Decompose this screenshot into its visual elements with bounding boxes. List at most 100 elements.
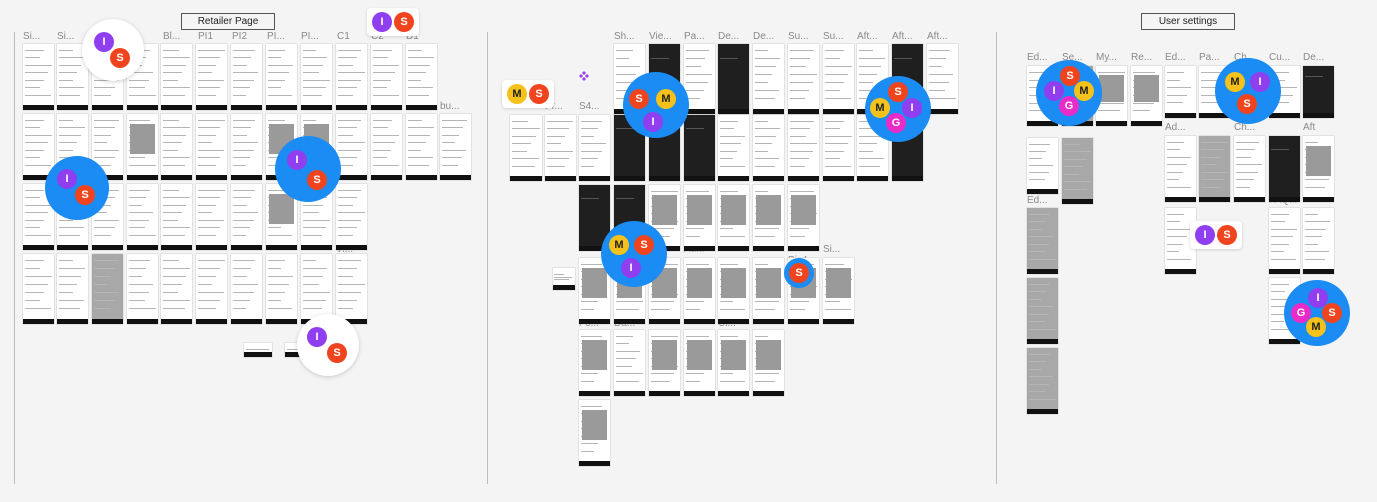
screen-frame[interactable] [231,184,262,250]
frame-label[interactable]: bu... [440,101,459,112]
screen-frame[interactable] [927,44,958,114]
collaborator-presence[interactable]: M S [502,80,554,108]
frame-label[interactable]: Si... [823,244,840,255]
frame-label[interactable]: Ed... [1165,52,1186,63]
screen-frame[interactable] [1027,278,1058,344]
frame-label[interactable]: PI2 [232,31,247,42]
screen-frame[interactable] [196,114,227,180]
section-title-user-settings[interactable]: User settings [1141,13,1235,30]
screen-frame[interactable] [1269,136,1300,202]
screen-frame[interactable] [196,44,227,110]
screen-frame[interactable] [788,44,819,114]
frame-label[interactable]: PI... [301,31,319,42]
screen-frame[interactable] [1303,136,1334,202]
screen-frame[interactable] [788,115,819,181]
screen-frame[interactable] [244,343,272,357]
screen-frame[interactable] [1027,208,1058,274]
screen-frame[interactable] [1303,66,1334,118]
screen-frame[interactable] [579,115,610,181]
screen-frame[interactable] [1199,136,1230,202]
screen-frame[interactable] [545,115,576,181]
screen-frame[interactable] [753,330,784,396]
screen-frame[interactable] [1027,138,1058,194]
screen-frame[interactable] [92,254,123,324]
screen-frame[interactable] [1303,208,1334,274]
frame-label[interactable]: PI1 [198,31,213,42]
screen-frame[interactable] [718,258,749,324]
screen-frame[interactable] [1165,136,1196,202]
screen-frame[interactable] [23,254,54,324]
screen-frame[interactable] [823,258,854,324]
screen-frame[interactable] [127,254,158,324]
screen-frame[interactable] [231,114,262,180]
screen-frame[interactable] [23,44,54,110]
screen-frame[interactable] [553,268,575,290]
screen-frame[interactable] [161,44,192,110]
screen-frame[interactable] [371,114,402,180]
frame-label[interactable]: Si... [23,31,40,42]
screen-frame[interactable] [718,330,749,396]
screen-frame[interactable] [718,115,749,181]
screen-frame[interactable] [753,258,784,324]
screen-frame[interactable] [579,400,610,466]
frame-label[interactable]: Re... [1131,52,1152,63]
screen-frame[interactable] [823,44,854,114]
frame-label[interactable]: Bl... [163,31,180,42]
screen-frame[interactable] [406,114,437,180]
frame-label[interactable]: Aft... [857,31,878,42]
frame-label[interactable]: Sh... [614,31,635,42]
screen-frame[interactable] [1062,138,1093,204]
frame-label[interactable]: Ad... [1165,122,1186,133]
screen-frame[interactable] [823,115,854,181]
frame-label[interactable]: Aft [1303,122,1315,133]
frame-label[interactable]: Pa... [1199,52,1220,63]
screen-frame[interactable] [684,330,715,396]
screen-frame[interactable] [579,330,610,396]
screen-frame[interactable] [57,254,88,324]
screen-frame[interactable] [649,330,680,396]
collaborator-presence[interactable]: I S [1190,221,1242,249]
screen-frame[interactable] [127,184,158,250]
screen-frame[interactable] [161,114,192,180]
screen-frame[interactable] [336,44,367,110]
section-title-retailer[interactable]: Retailer Page [181,13,275,30]
frame-label[interactable]: Vie... [649,31,672,42]
screen-frame[interactable] [1269,208,1300,274]
screen-frame[interactable] [127,114,158,180]
collaborator-presence[interactable]: I S [367,8,419,36]
frame-label[interactable]: Ed... [1027,52,1048,63]
screen-frame[interactable] [1027,348,1058,414]
frame-label[interactable]: Pa... [684,31,705,42]
screen-frame[interactable] [614,330,645,396]
screen-frame[interactable] [371,44,402,110]
frame-label[interactable]: Aft... [892,31,913,42]
frame-label[interactable]: My... [1096,52,1117,63]
screen-frame[interactable] [718,185,749,251]
screen-frame[interactable] [753,185,784,251]
screen-frame[interactable] [196,184,227,250]
screen-frame[interactable] [301,44,332,110]
frame-label[interactable]: C1 [337,31,350,42]
screen-frame[interactable] [510,115,542,181]
screen-frame[interactable] [266,254,297,324]
screen-frame[interactable] [161,184,192,250]
frame-label[interactable]: PI... [267,31,285,42]
screen-frame[interactable] [684,115,715,181]
screen-frame[interactable] [231,254,262,324]
screen-frame[interactable] [684,185,715,251]
frame-label[interactable]: Ed... [1027,195,1048,206]
screen-frame[interactable] [196,254,227,324]
frame-label[interactable]: De... [718,31,739,42]
frame-label[interactable]: Su... [823,31,844,42]
screen-frame[interactable] [1131,66,1162,126]
frame-label[interactable]: Aft... [927,31,948,42]
screen-frame[interactable] [1234,136,1265,202]
screen-frame[interactable] [753,44,784,114]
screen-frame[interactable] [1165,66,1196,118]
frame-label[interactable]: De... [1303,52,1324,63]
screen-frame[interactable] [231,44,262,110]
figma-canvas[interactable]: Retailer Page User settings Si...Si...Lo… [0,0,1377,502]
frame-label[interactable]: Si... [57,31,74,42]
frame-label[interactable]: Cu... [1269,52,1290,63]
frame-label[interactable]: De... [753,31,774,42]
